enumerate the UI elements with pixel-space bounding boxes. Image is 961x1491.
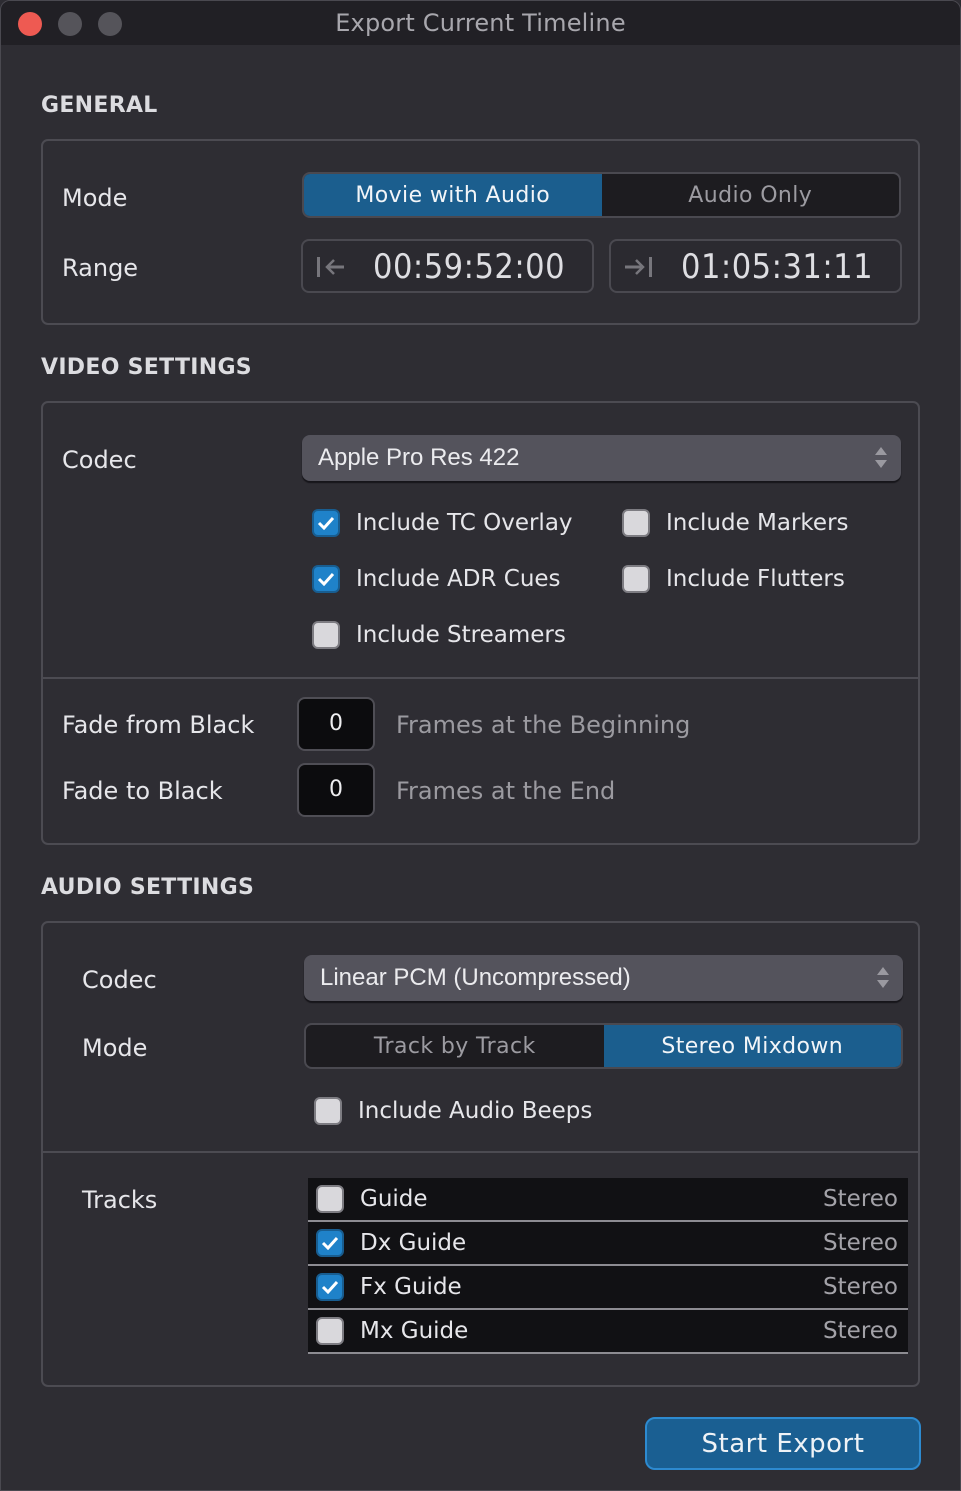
include-flutters-label: Include Flutters — [666, 566, 845, 592]
track-type: Stereo — [823, 1318, 898, 1344]
track-row[interactable]: Fx Guide Stereo — [308, 1266, 908, 1310]
track-row[interactable]: Dx Guide Stereo — [308, 1222, 908, 1266]
include-flutters-checkbox[interactable]: Include Flutters — [622, 565, 845, 593]
video-panel: Codec Apple Pro Res 422 Include TC Overl… — [41, 401, 920, 845]
video-panel-divider — [43, 677, 918, 679]
audio-section-title: AUDIO SETTINGS — [41, 875, 255, 900]
window-title: Export Current Timeline — [335, 9, 626, 37]
include-adr-cues-checkbox[interactable]: Include ADR Cues — [312, 565, 561, 593]
title-bar: Export Current Timeline — [1, 1, 960, 45]
track-type: Stereo — [823, 1230, 898, 1256]
checkbox-checked-icon[interactable] — [316, 1229, 344, 1257]
audio-panel-divider — [43, 1151, 918, 1153]
start-export-button[interactable]: Start Export — [645, 1417, 921, 1470]
include-audio-beeps-label: Include Audio Beeps — [358, 1098, 593, 1124]
fade-to-black-label: Fade to Black — [62, 777, 223, 805]
video-codec-label: Codec — [62, 446, 137, 474]
fade-to-black-input[interactable]: 0 — [297, 763, 375, 817]
fade-from-black-hint: Frames at the Beginning — [396, 711, 691, 739]
video-section-title: VIDEO SETTINGS — [41, 355, 252, 380]
track-name: Mx Guide — [360, 1318, 469, 1344]
include-streamers-checkbox[interactable]: Include Streamers — [312, 621, 566, 649]
track-row[interactable]: Mx Guide Stereo — [308, 1310, 908, 1354]
mode-label: Mode — [62, 184, 128, 212]
checkbox-unchecked-icon[interactable] — [316, 1185, 344, 1213]
checkbox-checked-icon[interactable] — [316, 1273, 344, 1301]
track-type: Stereo — [823, 1186, 898, 1212]
range-in-field[interactable]: 00:59:52:00 — [301, 239, 594, 293]
range-out-value[interactable]: 01:05:31:11 — [681, 247, 873, 287]
checkbox-unchecked-icon[interactable] — [622, 565, 650, 593]
track-name: Guide — [360, 1186, 428, 1212]
range-end-icon — [623, 253, 655, 287]
stereo-mixdown-option[interactable]: Stereo Mixdown — [603, 1025, 901, 1067]
export-mode-toggle: Movie with Audio Audio Only — [302, 172, 901, 218]
range-start-icon — [315, 253, 347, 287]
range-out-field[interactable]: 01:05:31:11 — [609, 239, 902, 293]
audio-codec-value: Linear PCM (Uncompressed) — [320, 964, 631, 991]
checkbox-unchecked-icon[interactable] — [316, 1317, 344, 1345]
audio-codec-select[interactable]: Linear PCM (Uncompressed) — [304, 955, 903, 1001]
audio-only-option[interactable]: Audio Only — [602, 174, 900, 216]
include-adr-cues-label: Include ADR Cues — [356, 566, 561, 592]
track-type: Stereo — [823, 1274, 898, 1300]
range-in-value[interactable]: 00:59:52:00 — [373, 247, 565, 287]
checkbox-unchecked-icon[interactable] — [312, 621, 340, 649]
fade-to-black-hint: Frames at the End — [396, 777, 616, 805]
include-streamers-label: Include Streamers — [356, 622, 566, 648]
audio-codec-label: Codec — [82, 966, 157, 994]
audio-mode-label: Mode — [82, 1034, 148, 1062]
fade-from-black-label: Fade from Black — [62, 711, 255, 739]
video-codec-value: Apple Pro Res 422 — [318, 444, 520, 471]
track-row[interactable]: Guide Stereo — [308, 1178, 908, 1222]
tracks-list: Guide Stereo Dx Guide Stereo Fx Guide St… — [308, 1178, 908, 1354]
include-audio-beeps-checkbox[interactable]: Include Audio Beeps — [314, 1097, 592, 1125]
range-label: Range — [62, 254, 139, 282]
checkbox-unchecked-icon[interactable] — [314, 1097, 342, 1125]
include-markers-label: Include Markers — [666, 510, 849, 536]
general-section-title: GENERAL — [41, 93, 158, 118]
checkbox-unchecked-icon[interactable] — [622, 509, 650, 537]
include-tc-overlay-label: Include TC Overlay — [356, 510, 573, 536]
audio-panel: Codec Linear PCM (Uncompressed) Mode Tra… — [41, 921, 920, 1387]
movie-with-audio-option[interactable]: Movie with Audio — [304, 174, 602, 216]
select-arrows-icon — [876, 964, 890, 992]
track-by-track-option[interactable]: Track by Track — [306, 1025, 604, 1067]
include-markers-checkbox[interactable]: Include Markers — [622, 509, 849, 537]
track-name: Dx Guide — [360, 1230, 467, 1256]
general-panel: Mode Movie with Audio Audio Only Range 0… — [41, 139, 920, 325]
include-tc-overlay-checkbox[interactable]: Include TC Overlay — [312, 509, 573, 537]
checkbox-checked-icon[interactable] — [312, 509, 340, 537]
audio-mode-toggle: Track by Track Stereo Mixdown — [304, 1023, 903, 1069]
tracks-label: Tracks — [82, 1186, 158, 1214]
checkbox-checked-icon[interactable] — [312, 565, 340, 593]
fade-from-black-input[interactable]: 0 — [297, 697, 375, 751]
export-dialog: Export Current Timeline GENERAL Mode Mov… — [0, 0, 961, 1491]
video-codec-select[interactable]: Apple Pro Res 422 — [302, 435, 901, 481]
select-arrows-icon — [874, 444, 888, 472]
track-name: Fx Guide — [360, 1274, 462, 1300]
